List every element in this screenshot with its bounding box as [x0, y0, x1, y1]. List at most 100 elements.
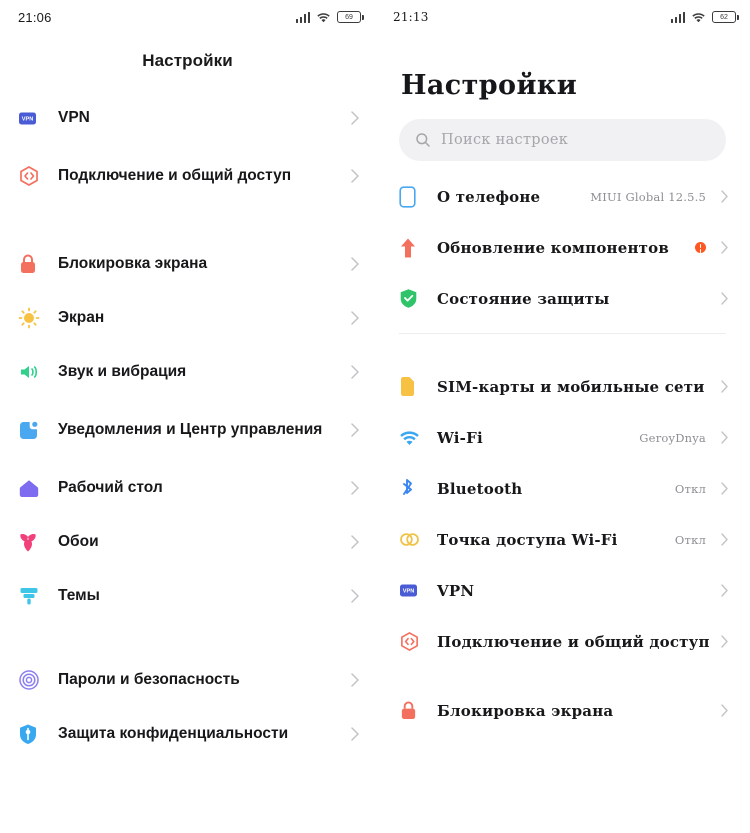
list-item-themes[interactable]: Темы — [0, 569, 375, 623]
chevron-right-icon — [345, 111, 359, 125]
list-item-bluetooth[interactable]: Bluetooth Откл — [375, 463, 750, 514]
chevron-right-icon — [716, 380, 728, 393]
list-item-label: Подключение и общий доступ — [58, 166, 292, 184]
vpn-badge-icon: VPN — [18, 109, 58, 128]
svg-text:VPN: VPN — [22, 116, 34, 122]
themes-brush-icon — [18, 585, 58, 607]
list-item-value: MIUI Global 12.5.5 — [590, 189, 706, 204]
settings-list: VPN VPN Подключение и общий доступ Блоки… — [0, 91, 375, 761]
up-arrow-icon — [399, 237, 437, 259]
status-badge — [695, 242, 706, 253]
chevron-right-icon — [716, 704, 728, 717]
list-item-notifications[interactable]: Уведомления и Центр управления — [0, 399, 375, 461]
right-status-bar: 21:13 62 — [375, 0, 750, 34]
left-screen: 21:06 69 Настройки VPN VPN Подключение и… — [0, 0, 375, 833]
chevron-right-icon — [345, 673, 359, 687]
left-status-bar: 21:06 69 — [0, 0, 375, 34]
signal-bars-icon — [295, 11, 310, 23]
privacy-shield-icon — [18, 723, 58, 745]
screenshot-comparison: 21:06 69 Настройки VPN VPN Подключение и… — [0, 0, 750, 833]
page-title: Настройки — [142, 51, 233, 70]
battery-icon: 69 — [337, 11, 364, 23]
chevron-right-icon — [716, 431, 728, 444]
list-item-privacy[interactable]: Защита конфиденциальности — [0, 707, 375, 761]
list-item-vpn[interactable]: VPN VPN — [375, 565, 750, 616]
page-title: Настройки — [401, 70, 578, 101]
list-item-wifi[interactable]: Wi-Fi GeroyDnya — [375, 412, 750, 463]
fingerprint-icon — [18, 669, 58, 691]
search-input[interactable]: Поиск настроек — [399, 119, 726, 161]
chevron-right-icon — [716, 292, 728, 305]
lock-icon — [18, 253, 58, 275]
list-item-label: Блокировка экрана — [58, 254, 208, 272]
list-item-display[interactable]: Экран — [0, 291, 375, 345]
hotspot-icon — [399, 530, 437, 549]
wifi-icon — [316, 11, 331, 23]
chevron-right-icon — [345, 257, 359, 271]
chevron-right-icon — [716, 241, 728, 254]
list-item-label: Подключение и общий доступ — [437, 632, 710, 651]
phone-outline-icon — [399, 185, 437, 208]
chevron-right-icon — [716, 482, 728, 495]
chevron-right-icon — [345, 535, 359, 549]
notification-icon — [18, 420, 58, 441]
list-item-lockscreen[interactable]: Блокировка экрана — [375, 685, 750, 736]
status-icons: 62 — [670, 11, 739, 23]
list-item-wallpaper[interactable]: Обои — [0, 515, 375, 569]
settings-list: О телефоне MIUI Global 12.5.5 Обновление… — [375, 171, 750, 736]
chevron-right-icon — [716, 635, 728, 648]
chevron-right-icon — [345, 365, 359, 379]
chevron-right-icon — [345, 589, 359, 603]
list-item-label: Точка доступа Wi-Fi — [437, 530, 618, 549]
list-item-label: Блокировка экрана — [437, 701, 614, 720]
list-item-security-status[interactable]: Состояние защиты — [375, 273, 750, 324]
battery-level: 69 — [345, 13, 353, 21]
list-item-label: Bluetooth — [437, 479, 523, 498]
home-icon — [18, 478, 58, 498]
list-item-sim-cards[interactable]: SIM-карты и мобильные сети — [375, 361, 750, 412]
list-item-label: О телефоне — [437, 187, 541, 206]
list-item-vpn[interactable]: VPN VPN — [0, 91, 375, 145]
list-item-label: Wi-Fi — [437, 428, 483, 447]
list-item-hotspot[interactable]: Точка доступа Wi-Fi Откл — [375, 514, 750, 565]
brightness-sun-icon — [18, 307, 58, 329]
list-item-value: Откл — [674, 532, 706, 547]
right-screen: 21:13 62 Настройки Поиск настроек О теле… — [375, 0, 750, 833]
list-item-passwords[interactable]: Пароли и безопасность — [0, 653, 375, 707]
list-item-label: Пароли и безопасность — [58, 670, 240, 688]
list-item-components-update[interactable]: Обновление компонентов — [375, 222, 750, 273]
chevron-right-icon — [345, 423, 359, 437]
chevron-right-icon — [716, 584, 728, 597]
list-item-value: GeroyDnya — [639, 430, 706, 445]
list-item-lockscreen[interactable]: Блокировка экрана — [0, 237, 375, 291]
chevron-right-icon — [345, 169, 359, 183]
list-item-label: Обои — [58, 532, 99, 550]
list-item-sharing[interactable]: Подключение и общий доступ — [375, 616, 750, 667]
list-item-label: Рабочий стол — [58, 478, 163, 496]
shield-check-icon — [399, 288, 437, 309]
wifi-icon — [399, 429, 437, 446]
signal-bars-icon — [670, 11, 685, 23]
lock-icon — [399, 700, 437, 721]
list-item-label: VPN — [437, 581, 475, 600]
battery-level: 62 — [720, 13, 728, 21]
list-item-label: Темы — [58, 586, 100, 604]
list-item-label: Уведомления и Центр управления — [58, 420, 323, 438]
list-item-sharing[interactable]: Подключение и общий доступ — [0, 145, 375, 207]
list-item-label: VPN — [58, 108, 90, 126]
status-icons: 69 — [295, 11, 364, 23]
chevron-right-icon — [345, 481, 359, 495]
list-item-sound[interactable]: Звук и вибрация — [0, 345, 375, 399]
battery-icon: 62 — [712, 11, 739, 23]
status-time: 21:06 — [18, 9, 52, 25]
list-item-about-phone[interactable]: О телефоне MIUI Global 12.5.5 — [375, 171, 750, 222]
list-item-homescreen[interactable]: Рабочий стол — [0, 461, 375, 515]
status-time: 21:13 — [393, 10, 429, 24]
chevron-right-icon — [345, 727, 359, 741]
sharing-icon — [18, 165, 58, 187]
list-item-label: SIM-карты и мобильные сети — [437, 377, 705, 396]
